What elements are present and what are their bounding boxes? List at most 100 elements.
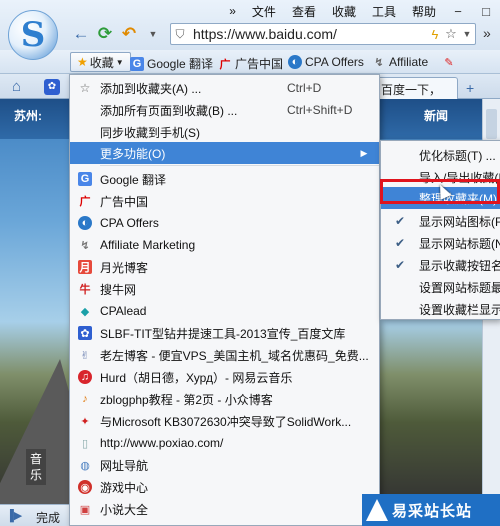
submenu-item[interactable]: 设置网站标题最大 [381, 276, 500, 298]
menu-icon-slot: ♪ [70, 392, 100, 406]
favorites-menu: ☆ 添加到收藏夹(A) ... Ctrl+D 添加所有页面到收藏(B) ... … [69, 74, 380, 526]
lightning-icon[interactable]: ϟ [427, 27, 443, 42]
bookmark-menu-item[interactable]: ▤如何创作提问_百度知道 [70, 520, 379, 526]
bookmark-menu-label: 如何创作提问_百度知道 [100, 523, 379, 526]
menu-item-label: 同步收藏到手机(S) [100, 125, 200, 140]
submenu-item-label: 显示网站标题(N) [419, 236, 500, 251]
bookmark-extra[interactable]: ✎ [442, 55, 456, 69]
weather-city[interactable]: 苏州: [14, 107, 42, 124]
more-tools-icon[interactable]: » [483, 25, 491, 41]
menu-tools[interactable]: 工具 [364, 3, 404, 20]
menu-item-label: 添加所有页面到收藏(B) ... [100, 103, 238, 118]
menu-icon-slot: ◍ [70, 458, 100, 472]
menu-icon-slot: 月 [70, 260, 100, 274]
address-bar[interactable]: ⛉ https://www.baidu.com/ ϟ ☆ ▼ [170, 23, 476, 45]
menu-icon-slot: ✿ [70, 326, 100, 340]
menu-file[interactable]: 文件 [244, 3, 284, 20]
bookmark-menu-item[interactable]: 牛搜牛网 [70, 278, 379, 300]
url-text[interactable]: https://www.baidu.com/ [189, 26, 427, 42]
bookmark-cpa-offers[interactable]: ◐ CPA Offers [288, 55, 364, 69]
bookmark-google-translate[interactable]: G Google 翻译 [130, 55, 213, 72]
submenu-item[interactable]: 设置收藏栏显示内 [381, 298, 500, 319]
submenu-item-label: 显示收藏按钮名称 [419, 258, 500, 273]
baidu-paw-icon[interactable]: ✿ [44, 79, 60, 95]
favorite-star-icon[interactable]: ☆ [443, 26, 459, 42]
bookmark-menu-label: 月光博客 [100, 260, 149, 275]
address-dropdown-icon[interactable]: ▼ [459, 29, 475, 39]
page-icon: ▯ [81, 437, 89, 450]
logo-letter: S [20, 15, 46, 55]
cpa-offers-icon: ◐ [78, 216, 92, 230]
favorites-dropdown-icon: ▼ [115, 57, 124, 67]
menu-item-sync-to-phone[interactable]: 同步收藏到手机(S) [70, 121, 379, 143]
menu-icon-slot: ♫ [70, 370, 100, 384]
submenu-item-label: 设置网站标题最大 [419, 280, 500, 295]
back-icon[interactable]: ← [70, 24, 92, 44]
bookmark-menu-item[interactable]: ▣ 小说大全 [70, 498, 379, 520]
submenu-item[interactable]: ✔ 显示网站图标(F) [381, 210, 500, 232]
game-icon: ◉ [78, 480, 92, 494]
browser-logo[interactable]: S [8, 10, 58, 60]
menu-chevron[interactable]: » [221, 4, 244, 18]
scrollbar-thumb[interactable] [486, 109, 497, 139]
bookmark-menu-item[interactable]: ◍ 网址导航 [70, 454, 379, 476]
bookmark-label: Google 翻译 [147, 57, 214, 71]
home-icon[interactable]: ⌂ [12, 78, 21, 95]
submenu-item-label: 显示网站图标(F) [419, 214, 500, 229]
news-link[interactable]: 新闻 [424, 107, 448, 124]
baidu-wenku-icon: ✿ [78, 326, 92, 340]
bookmark-menu-item[interactable]: ♫ Hurd（胡日德，Хурд）- 网易云音乐 [70, 366, 379, 388]
submenu-arrow-icon: ▶ [360, 147, 368, 158]
menu-item-more-features[interactable]: 更多功能(O) ▶ [70, 142, 379, 164]
bookmark-ad-china[interactable]: 广 广告中国 [218, 55, 284, 72]
affiliate-icon: ↯ [374, 56, 384, 69]
bookmark-menu-item[interactable]: ◐ CPA Offers [70, 212, 379, 234]
menu-favorites[interactable]: 收藏 [324, 3, 364, 20]
sidebar-toggle-icon[interactable]: ▐▶ [6, 509, 22, 522]
menu-view[interactable]: 查看 [284, 3, 324, 20]
check-icon: ✔ [394, 236, 406, 250]
submenu-item[interactable]: 优化标题(T) ... [381, 144, 500, 166]
souniu-icon: 牛 [79, 284, 91, 296]
google-translate-icon: G [130, 56, 144, 71]
menu-divider [100, 165, 379, 166]
bookmark-menu-item[interactable]: 月月光博客 [70, 256, 379, 278]
bookmark-affiliate[interactable]: ↯ Affiliate [372, 55, 428, 69]
bookmark-menu-item[interactable]: ✦ 与Microsoft KB3072630冲突导致了SolidWork... [70, 410, 379, 432]
submenu-item-label: 优化标题(T) ... [419, 148, 496, 163]
bookmark-menu-item[interactable]: 广广告中国 [70, 190, 379, 212]
bookmark-menu-label: Affiliate Marketing [100, 238, 196, 252]
menu-item-add-favorite[interactable]: ☆ 添加到收藏夹(A) ... Ctrl+D [70, 77, 379, 99]
undo-dropdown-icon[interactable]: ▼ [142, 24, 164, 44]
ad-china-icon: 广 [79, 196, 91, 208]
bookmark-menu-item[interactable]: G Google 翻译 [70, 168, 379, 190]
refresh-icon[interactable]: ⟳ [94, 24, 116, 44]
tab-title: 百度一下， [381, 83, 442, 97]
menu-item-add-all-pages[interactable]: 添加所有页面到收藏(B) ... Ctrl+Shift+D [70, 99, 379, 121]
bookmark-menu-item[interactable]: ✿ SLBF-TIT型钻井提速工具-2013宣传_百度文库 [70, 322, 379, 344]
bookmark-menu-item[interactable]: ◆ CPAlead [70, 300, 379, 322]
minimize-button[interactable]: − [444, 4, 472, 19]
submenu-item[interactable]: ✔ 显示网站标题(N) [381, 232, 500, 254]
extra-bookmark-icon: ✎ [444, 56, 454, 69]
bookmark-menu-item[interactable]: ◉ 游戏中心 [70, 476, 379, 498]
bookmark-menu-label: 游戏中心 [100, 480, 149, 495]
bookmark-menu-item[interactable]: ↯ Affiliate Marketing [70, 234, 379, 256]
bookmark-menu-label: CPAlead [100, 304, 147, 318]
watermark-icon [366, 499, 388, 521]
bookmark-menu-item[interactable]: ✌ 老左博客 - 便宜VPS_美国主机_域名优惠码_免费... [70, 344, 379, 366]
bookmark-menu-item[interactable]: ▯ http://www.poxiao.com/ [70, 432, 379, 454]
favorites-button[interactable]: ★ 收藏 ▼ [70, 52, 131, 72]
submenu-item[interactable]: ✔ 显示收藏按钮名称 [381, 254, 500, 276]
maximize-button[interactable]: □ [472, 4, 500, 19]
menu-help[interactable]: 帮助 [404, 3, 444, 20]
nav-buttons: ← ⟳ ↶ ▼ [70, 24, 164, 44]
tab-baidu[interactable]: 百度一下， [376, 77, 458, 99]
undo-close-icon[interactable]: ↶ [118, 24, 140, 44]
menu-icon-slot: ▯ [70, 436, 100, 450]
new-tab-button[interactable]: + [466, 80, 474, 96]
bookmark-menu-item[interactable]: ♪ zblogphp教程 - 第2页 - 小众博客 [70, 388, 379, 410]
bookmark-menu-label: 老左博客 - 便宜VPS_美国主机_域名优惠码_免费... [100, 348, 369, 363]
submenu-item-label: 设置收藏栏显示内 [419, 302, 500, 317]
music-link[interactable]: 音乐 [26, 449, 46, 485]
